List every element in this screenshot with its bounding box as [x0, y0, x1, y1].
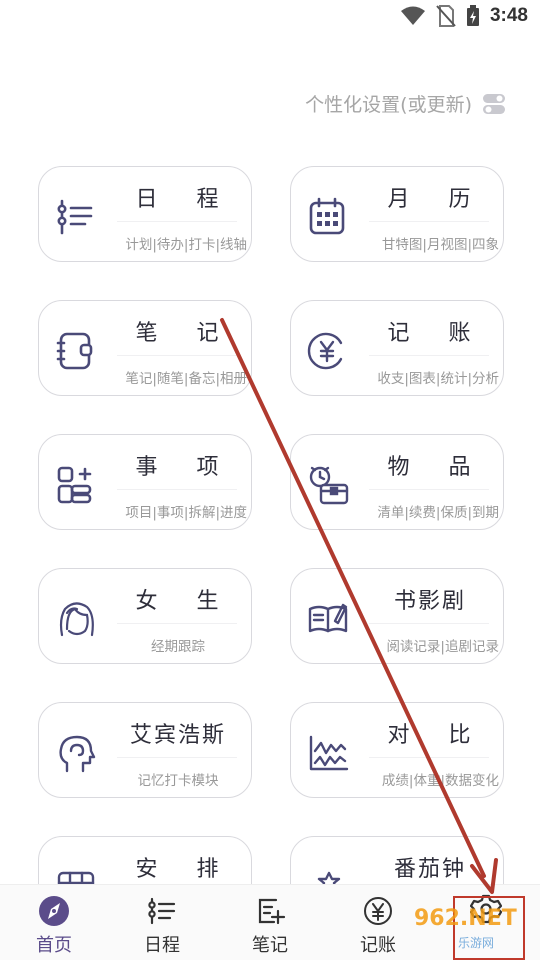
schedule-list-icon	[57, 199, 93, 235]
item-box-clock-icon	[309, 466, 349, 505]
card-title: 记 账	[387, 321, 487, 346]
schedule-list-icon	[148, 897, 176, 925]
head-memory-icon	[59, 735, 96, 773]
card-compare[interactable]: 对 比 成绩|体重|数据变化	[290, 702, 504, 798]
personal-settings-label[interactable]: 个性化设置(或更新)	[305, 90, 472, 117]
card-title: 番茄钟	[393, 857, 466, 882]
card-subtitle: 甘特图|月视图|四象	[381, 237, 499, 253]
toggle-settings-icon[interactable]	[482, 92, 506, 116]
woman-face-icon	[59, 602, 94, 637]
card-divider	[369, 757, 489, 758]
yuan-coin-icon	[364, 897, 392, 925]
card-subtitle: 笔记|随笔|备忘|相册	[125, 371, 247, 387]
card-divider	[117, 623, 237, 624]
card-female[interactable]: 女 生 经期跟踪	[38, 568, 252, 664]
home-compass-icon	[39, 896, 69, 926]
tab-home[interactable]: 首页	[0, 885, 108, 960]
card-divider	[117, 757, 237, 758]
tab-label: 笔记	[252, 935, 288, 956]
yuan-coin-icon	[307, 332, 343, 370]
open-book-icon	[308, 603, 348, 633]
card-title: 女 生	[135, 589, 235, 614]
card-divider	[369, 355, 489, 356]
card-ebbinghaus[interactable]: 艾宾浩斯 记忆打卡模块	[38, 702, 252, 798]
task-items-icon	[57, 466, 92, 504]
card-schedule[interactable]: 日 程 计划|待办|打卡|线轴	[38, 166, 252, 262]
card-subtitle: 成绩|体重|数据变化	[381, 773, 499, 789]
card-calendar[interactable]: 月 历 甘特图|月视图|四象	[290, 166, 504, 262]
card-tasks[interactable]: 事 项 项目|事项|拆解|进度	[38, 434, 252, 530]
card-title: 笔 记	[135, 321, 235, 346]
card-divider	[369, 221, 489, 222]
card-items[interactable]: 物 品 清单|续费|保质|到期	[290, 434, 504, 530]
tab-label: 记账	[360, 935, 396, 956]
status-time: 3:48	[489, 5, 528, 26]
status-icons: 3:48	[400, 5, 528, 27]
personal-settings-row[interactable]: 个性化设置(或更新)	[305, 90, 506, 117]
battery-charging-icon	[466, 5, 479, 26]
tab-label: 首页	[36, 935, 72, 956]
card-title: 物 品	[387, 455, 487, 480]
card-title: 日 程	[135, 187, 235, 212]
card-subtitle: 清单|续费|保质|到期	[377, 505, 499, 521]
notebook-icon	[56, 332, 93, 370]
card-divider	[117, 355, 237, 356]
card-notes[interactable]: 笔 记 笔记|随笔|备忘|相册	[38, 300, 252, 396]
watermark-logo: 962.NET	[414, 906, 517, 931]
tab-label: 日程	[144, 935, 180, 956]
card-bookkeeping[interactable]: 记 账 收支|图表|统计|分析	[290, 300, 504, 396]
tab-notes[interactable]: 笔记	[216, 885, 324, 960]
card-subtitle: 项目|事项|拆解|进度	[125, 505, 247, 521]
status-bar: 3:48	[0, 0, 540, 36]
card-title: 月 历	[387, 187, 487, 212]
card-subtitle: 收支|图表|统计|分析	[377, 371, 499, 387]
card-title: 事 项	[135, 455, 235, 480]
card-subtitle: 计划|待办|打卡|线轴	[125, 237, 247, 253]
compare-chart-icon	[309, 735, 349, 771]
card-divider	[369, 623, 489, 624]
card-subtitle: 阅读记录|追剧记录	[386, 639, 499, 655]
tab-schedule[interactable]: 日程	[108, 885, 216, 960]
card-title: 安 排	[135, 857, 235, 882]
card-subtitle: 经期跟踪	[151, 639, 205, 655]
card-divider	[117, 221, 237, 222]
no-sim-icon	[436, 5, 456, 27]
note-add-icon	[258, 898, 286, 925]
calendar-icon	[309, 197, 345, 235]
card-divider	[369, 489, 489, 490]
card-title: 对 比	[387, 723, 487, 748]
card-title: 书影剧	[393, 589, 466, 614]
card-title: 艾宾浩斯	[129, 723, 226, 748]
card-divider	[117, 489, 237, 490]
card-books-movies[interactable]: 书影剧 阅读记录|追剧记录	[290, 568, 504, 664]
wifi-icon	[400, 6, 425, 25]
card-subtitle: 记忆打卡模块	[137, 773, 219, 789]
watermark-text: 乐游网	[458, 936, 495, 950]
